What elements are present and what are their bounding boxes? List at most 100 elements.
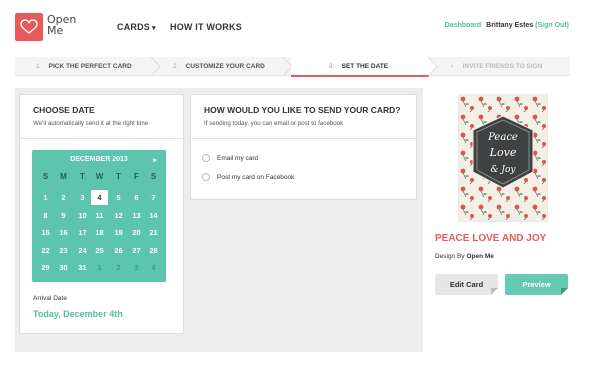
send-method-title: HOW WOULD YOU LIKE TO SEND YOUR CARD? bbox=[204, 105, 401, 115]
calendar-day[interactable]: 21 bbox=[145, 225, 162, 240]
edit-card-label: Edit Card bbox=[449, 280, 484, 289]
calendar-day[interactable]: 1 bbox=[91, 260, 108, 275]
calendar-day[interactable]: 24 bbox=[74, 243, 91, 258]
facebook-option[interactable]: Post my card on Facebook bbox=[202, 173, 294, 181]
facebook-option-label: Post my card on Facebook bbox=[217, 173, 295, 181]
logo-text[interactable]: Open Me bbox=[47, 14, 87, 36]
calendar-day[interactable]: 3 bbox=[128, 260, 145, 275]
calendar-day[interactable]: 18 bbox=[91, 225, 108, 240]
step-number: 4 bbox=[450, 63, 454, 70]
step-label: PICK THE PERFECT CARD bbox=[48, 63, 132, 70]
step-label: CUSTOMIZE YOUR CARD bbox=[185, 63, 265, 70]
preview-button[interactable]: Preview bbox=[505, 274, 568, 295]
calendar-day[interactable]: 11 bbox=[91, 208, 108, 223]
calendar-day[interactable]: 16 bbox=[55, 225, 72, 240]
step-number: 1 bbox=[36, 63, 40, 70]
heart-icon bbox=[20, 19, 38, 34]
step-number: 3 bbox=[329, 63, 333, 70]
calendar-day[interactable]: 23 bbox=[55, 243, 72, 258]
step-4[interactable]: 4 INVITE FRIENDS TO SIGN bbox=[450, 57, 542, 76]
card-preview-image[interactable]: Peace Love & Joy bbox=[458, 94, 548, 222]
email-option[interactable]: Email my card bbox=[202, 154, 258, 162]
design-by-label: Design By bbox=[435, 253, 465, 260]
step-1[interactable]: 1 PICK THE PERFECT CARD bbox=[36, 57, 132, 76]
calendar-day[interactable]: 7 bbox=[145, 190, 162, 205]
send-method-panel: HOW WOULD YOU LIKE TO SEND YOUR CARD? If… bbox=[190, 94, 417, 200]
calendar-day[interactable]: 4 bbox=[145, 260, 162, 275]
step-progress: 1 PICK THE PERFECT CARD 2 CUSTOMIZE YOUR C… bbox=[15, 57, 570, 77]
day-of-week-label: T bbox=[116, 172, 121, 181]
calendar-day[interactable]: 6 bbox=[128, 190, 145, 205]
nav-how-it-works[interactable]: HOW IT WORKS bbox=[170, 22, 242, 32]
header: Open Me CARDS ▾ HOW IT WORKS Dashboard Br… bbox=[0, 0, 600, 52]
logo[interactable] bbox=[15, 13, 43, 41]
calendar-day[interactable]: 4 bbox=[91, 190, 108, 205]
edit-card-button[interactable]: Edit Card bbox=[435, 274, 498, 295]
calendar-day[interactable]: 19 bbox=[110, 225, 127, 240]
calendar-month: DECEMBER 2013 bbox=[70, 156, 128, 163]
calendar: DECEMBER 2013 ▸ S M T W T F S 1 2 3 4 5 6 7 8 9 10 11 12 13… bbox=[32, 150, 166, 282]
card-art-text: Love bbox=[489, 146, 517, 159]
calendar-day[interactable]: 8 bbox=[37, 208, 54, 223]
day-of-week-label: W bbox=[95, 172, 104, 181]
calendar-day[interactable]: 27 bbox=[128, 243, 145, 258]
calendar-day[interactable]: 22 bbox=[37, 243, 54, 258]
calendar-day[interactable]: 10 bbox=[74, 208, 91, 223]
calendar-day[interactable]: 31 bbox=[74, 260, 91, 275]
designer-name: Open Me bbox=[466, 253, 494, 260]
arrival-date-label: Arrival Date bbox=[33, 295, 67, 302]
card-title: PEACE LOVE AND JOY bbox=[435, 233, 547, 244]
calendar-day[interactable]: 28 bbox=[145, 243, 162, 258]
day-of-week-label: S bbox=[150, 172, 157, 181]
next-month-icon[interactable]: ▸ bbox=[153, 156, 157, 164]
calendar-day[interactable]: 2 bbox=[55, 190, 72, 205]
email-radio[interactable] bbox=[202, 154, 210, 162]
sign-out-link[interactable]: (Sign Out) bbox=[535, 22, 569, 29]
step-2[interactable]: 2 CUSTOMIZE YOUR CARD bbox=[173, 57, 265, 76]
caret-down-icon: ▾ bbox=[152, 25, 156, 32]
step-number: 2 bbox=[173, 63, 177, 70]
calendar-day[interactable]: 26 bbox=[110, 243, 127, 258]
calendar-day[interactable]: 14 bbox=[145, 208, 162, 223]
divider bbox=[191, 138, 416, 139]
arrival-date-value: Today, December 4th bbox=[33, 309, 123, 319]
dashboard-link[interactable]: Dashboard bbox=[445, 22, 482, 29]
nav-cards[interactable]: CARDS ▾ bbox=[117, 22, 156, 32]
facebook-radio[interactable] bbox=[202, 173, 210, 181]
calendar-day[interactable]: 5 bbox=[110, 190, 127, 205]
calendar-day[interactable]: 12 bbox=[110, 208, 127, 223]
calendar-day[interactable]: 29 bbox=[37, 260, 54, 275]
step-3-active[interactable]: 3 SET THE DATE bbox=[291, 57, 429, 77]
calendar-day[interactable]: 30 bbox=[55, 260, 72, 275]
choose-date-subtitle: We'll automatically send it at the right… bbox=[33, 120, 149, 127]
email-option-label: Email my card bbox=[217, 154, 259, 162]
user-name: Brittany Estes bbox=[486, 22, 534, 29]
day-of-week-label: M bbox=[60, 172, 67, 181]
calendar-day[interactable]: 2 bbox=[110, 260, 127, 275]
day-of-week-label: T bbox=[80, 172, 85, 181]
day-of-week-label: S bbox=[42, 172, 49, 181]
page-curl-icon bbox=[491, 288, 498, 295]
calendar-day[interactable]: 17 bbox=[74, 225, 91, 240]
step-label: SET THE DATE bbox=[341, 63, 389, 70]
user-menu: Dashboard Brittany Estes (Sign Out) bbox=[445, 22, 569, 29]
calendar-day[interactable]: 3 bbox=[74, 190, 91, 205]
preview-label: Preview bbox=[522, 280, 551, 289]
design-by: Design By Open Me bbox=[435, 253, 494, 260]
choose-date-title: CHOOSE DATE bbox=[33, 105, 95, 115]
page-curl-icon bbox=[561, 288, 568, 295]
divider bbox=[20, 138, 183, 139]
calendar-day[interactable]: 9 bbox=[55, 208, 72, 223]
calendar-day[interactable]: 15 bbox=[37, 225, 54, 240]
card-art-text: & Joy bbox=[491, 165, 517, 175]
step-divider bbox=[428, 57, 438, 76]
calendar-day[interactable]: 20 bbox=[128, 225, 145, 240]
calendar-day[interactable]: 1 bbox=[37, 190, 54, 205]
send-method-subtitle: If sending today, you can email or post … bbox=[204, 120, 344, 127]
step-label: INVITE FRIENDS TO SIGN bbox=[462, 63, 543, 70]
calendar-day[interactable]: 13 bbox=[128, 208, 145, 223]
step-divider bbox=[151, 57, 161, 76]
calendar-day[interactable]: 25 bbox=[91, 243, 108, 258]
day-of-week-label: F bbox=[134, 172, 139, 181]
card-art-text: Peace bbox=[487, 132, 518, 143]
